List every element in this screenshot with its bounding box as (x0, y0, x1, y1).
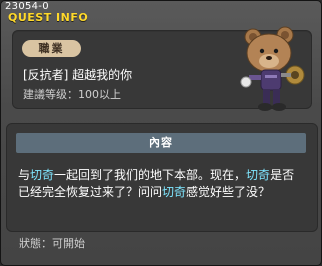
content-heading: 內容 (16, 133, 306, 153)
window-title: QUEST INFO (8, 11, 89, 24)
title-bar[interactable]: 23054-0 QUEST INFO (1, 1, 321, 25)
npc-name-link[interactable]: 切奇 (30, 168, 54, 182)
description-text: 感觉好些了没？ (186, 185, 271, 199)
description-text: 一起回到了我们的地下本部。现在， (54, 168, 247, 182)
description-text: 与 (18, 168, 31, 182)
quest-status: 狀態：可開始 (19, 237, 85, 250)
quest-content-panel: 內容 与切奇一起回到了我们的地下本部。现在，切奇是否已经完全恢复过来了？问问切奇… (6, 123, 318, 232)
npc-name-link[interactable]: 切奇 (162, 185, 186, 199)
bear-npc-icon (240, 26, 305, 111)
quest-name: [反抗者] 超越我的你 (23, 68, 133, 82)
quest-description: 与切奇一起回到了我们的地下本部。现在，切奇是否已经完全恢复过来了？问问切奇感觉好… (18, 167, 306, 201)
quest-header-panel: 職業 [反抗者] 超越我的你 建議等级：100以上 (12, 26, 312, 111)
npc-name-link[interactable]: 切奇 (246, 168, 270, 182)
quest-info-window: 23054-0 QUEST INFO 職業 [反抗者] 超越我的你 建議等级：1… (0, 0, 322, 266)
recommended-level: 建議等级：100以上 (23, 88, 121, 101)
job-badge: 職業 (22, 40, 81, 57)
